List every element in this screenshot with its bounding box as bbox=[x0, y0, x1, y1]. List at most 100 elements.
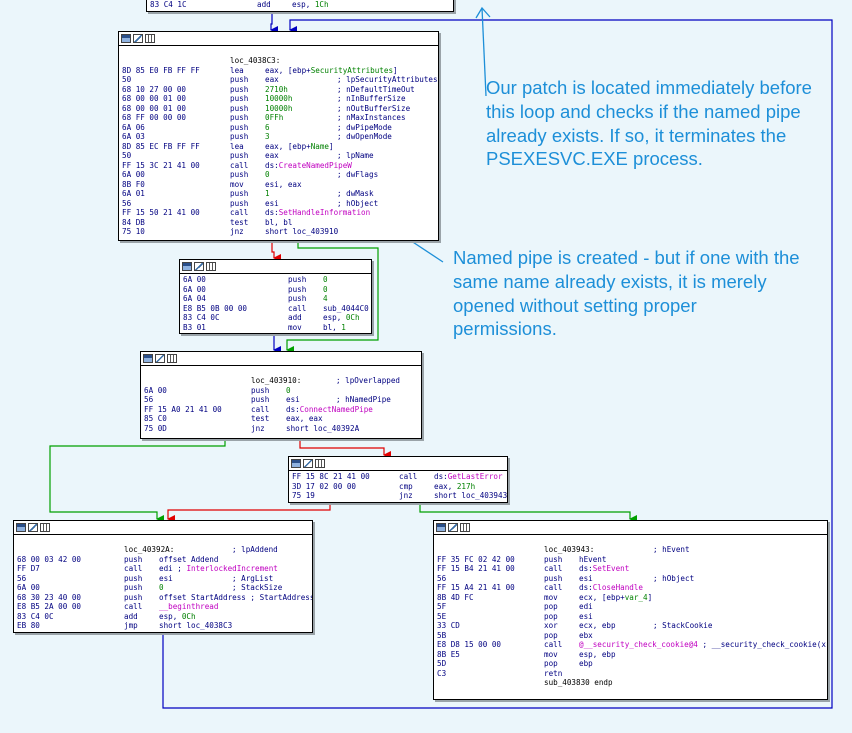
edit-icon[interactable] bbox=[194, 262, 204, 271]
mnemonic: call bbox=[124, 602, 143, 611]
code-line[interactable]: sub_403830 endp bbox=[434, 678, 827, 688]
code-line[interactable]: 6A 00 push 0 bbox=[180, 275, 371, 285]
graph-view-icon[interactable] bbox=[182, 262, 192, 271]
edit-icon[interactable] bbox=[133, 34, 143, 43]
operand: edi bbox=[579, 602, 593, 611]
code-line[interactable]: 50 push eax ; lpSecurityAttributes bbox=[119, 75, 438, 85]
block-loc-4038C3[interactable]: loc_4038C3: 8D 85 E0 FB FF FF lea eax, [ebp… bbox=[118, 31, 439, 241]
code-line[interactable]: 3D 17 02 00 00 cmp eax, 217h bbox=[289, 482, 507, 492]
opcode-bytes: FF 15 50 21 41 00 bbox=[122, 208, 200, 217]
code-line[interactable]: 85 C0 test eax, eax bbox=[141, 414, 421, 424]
listing-icon[interactable] bbox=[167, 354, 177, 363]
code-line[interactable]: 56 push esi ; hObject bbox=[119, 199, 438, 209]
block-getlasterror[interactable]: FF 15 8C 21 41 00 call ds:GetLastError 3D 1… bbox=[288, 456, 508, 503]
edit-icon[interactable] bbox=[448, 523, 458, 532]
block-sub-4044C0[interactable]: 6A 00 push 0 6A 00 push 0 6A 04 push 4 E8 B5 0B 0… bbox=[179, 259, 372, 334]
code-line[interactable]: 8D 85 E0 FB FF FF lea eax, [ebp+SecurityAt… bbox=[119, 66, 438, 76]
code-line[interactable]: E8 B5 2A 00 00 call __beginthread bbox=[14, 602, 312, 612]
code-line[interactable]: 6A 03 push 3 ; dwOpenMode bbox=[119, 132, 438, 142]
code-line[interactable]: 5E pop esi bbox=[434, 612, 827, 622]
code-line[interactable]: FF D7 call edi ; InterlockedIncrement bbox=[14, 564, 312, 574]
code-line[interactable]: 6A 01 push 1 ; dwMask bbox=[119, 189, 438, 199]
code-line[interactable]: FF 15 A4 21 41 00 call ds:CloseHandle bbox=[434, 583, 827, 593]
code-line[interactable]: 68 10 27 00 00 push 2710h ; nDefaultTimeOut bbox=[119, 85, 438, 95]
graph-view-icon[interactable] bbox=[121, 34, 131, 43]
edit-icon[interactable] bbox=[28, 523, 38, 532]
code-line[interactable]: 5F pop edi bbox=[434, 602, 827, 612]
code-line[interactable]: 56 push esi ; hObject bbox=[434, 574, 827, 584]
code-line[interactable]: 68 FF 00 00 00 push 0FFh ; nMaxInstances bbox=[119, 113, 438, 123]
code-line[interactable]: 5B pop ebx bbox=[434, 631, 827, 641]
code-line[interactable]: 8B F0 mov esi, eax bbox=[119, 180, 438, 190]
block-toolbar bbox=[289, 457, 507, 471]
code-line[interactable]: 56 push esi ; ArgList bbox=[14, 574, 312, 584]
code-line[interactable]: FF 15 A0 21 41 00 call ds:ConnectNamedPipe bbox=[141, 405, 421, 415]
code-line[interactable]: 84 DB test bl, bl bbox=[119, 218, 438, 228]
opcode-bytes: 5E bbox=[437, 611, 447, 621]
code-line[interactable]: 68 00 00 01 00 push 10000h ; nInBufferSize bbox=[119, 94, 438, 104]
listing-icon[interactable] bbox=[460, 523, 470, 532]
code-line[interactable]: FF 15 B4 21 41 00 call ds:SetEvent bbox=[434, 564, 827, 574]
code-line[interactable]: 8D 85 EC FB FF FF lea eax, [ebp+Name] bbox=[119, 142, 438, 152]
graph-view-icon[interactable] bbox=[291, 459, 301, 468]
code-line[interactable]: C3 retn bbox=[434, 669, 827, 679]
code-line[interactable]: 83 C4 1C add esp, 1Ch bbox=[147, 0, 453, 10]
graph-view-icon[interactable] bbox=[436, 523, 446, 532]
listing-icon[interactable] bbox=[40, 523, 50, 532]
code-line[interactable]: 5D pop ebp bbox=[434, 659, 827, 669]
code-line[interactable]: 75 10 jnz short loc_403910 bbox=[119, 227, 438, 237]
code-line[interactable]: 6A 04 push 4 bbox=[180, 294, 371, 304]
code-line[interactable]: loc_403943: ; hEvent bbox=[434, 545, 827, 555]
code-label[interactable]: loc_403910: bbox=[251, 376, 301, 386]
code-line[interactable]: E8 D8 15 00 00 call @__security_check_cook… bbox=[434, 640, 827, 650]
code-line[interactable]: 68 00 00 01 00 push 10000h ; nOutBufferSize bbox=[119, 104, 438, 114]
block-loc-403943[interactable]: loc_403943: ; hEvent FF 35 FC 02 42 00 push… bbox=[433, 520, 828, 700]
operand: esp, 0Ch bbox=[159, 611, 196, 621]
code-line[interactable]: FF 15 3C 21 41 00 call ds:CreateNamedPipeW bbox=[119, 161, 438, 171]
listing-icon[interactable] bbox=[315, 459, 325, 468]
code-line[interactable]: 8B 4D FC mov ecx, [ebp+var_4] bbox=[434, 593, 827, 603]
code-line[interactable]: 6A 00 push 0 bbox=[180, 285, 371, 295]
listing-icon[interactable] bbox=[145, 34, 155, 43]
code-line[interactable]: 6A 06 push 6 ; dwPipeMode bbox=[119, 123, 438, 133]
code-line[interactable]: 83 C4 0C add esp, 0Ch bbox=[14, 612, 312, 622]
block-loc-40392A[interactable]: loc_40392A: ; lpAddend 68 00 03 42 00 push o… bbox=[13, 520, 313, 633]
code-line[interactable]: 75 19 jnz short loc_403943 bbox=[289, 491, 507, 501]
code-line[interactable]: loc_40392A: ; lpAddend bbox=[14, 545, 312, 555]
edit-icon[interactable] bbox=[303, 459, 313, 468]
edit-icon[interactable] bbox=[155, 354, 165, 363]
opcode-bytes: FF 15 A4 21 41 00 bbox=[437, 583, 515, 592]
opcode-bytes: 56 bbox=[437, 573, 447, 583]
code-label[interactable]: sub_403830 endp bbox=[544, 678, 613, 688]
mnemonic: retn bbox=[544, 668, 563, 678]
graph-view-icon[interactable] bbox=[16, 523, 26, 532]
code-label[interactable]: loc_40392A: bbox=[124, 545, 174, 555]
code-line[interactable]: 68 00 03 42 00 push offset Addend bbox=[14, 555, 312, 565]
code-line[interactable]: loc_403910: ; lpOverlapped bbox=[141, 376, 421, 386]
code-line[interactable]: 8B E5 mov esp, ebp bbox=[434, 650, 827, 660]
code-line[interactable]: 50 push eax ; lpName bbox=[119, 151, 438, 161]
opcode-bytes: 6A 04 bbox=[183, 294, 206, 303]
code-line[interactable]: 75 0D jnz short loc_40392A bbox=[141, 424, 421, 434]
code-line[interactable]: EB 80 jmp short loc_4038C3 bbox=[14, 621, 312, 631]
code-line[interactable]: B3 01 mov bl, 1 bbox=[180, 323, 371, 333]
code-line[interactable]: 33 CD xor ecx, ebp ; StackCookie bbox=[434, 621, 827, 631]
code-line[interactable]: 6A 00 push 0 bbox=[141, 386, 421, 396]
graph-view-icon[interactable] bbox=[143, 354, 153, 363]
code-line[interactable]: 68 30 23 40 00 push offset StartAddress ; … bbox=[14, 593, 312, 603]
code-line[interactable]: 6A 00 push 0 ; StackSize bbox=[14, 583, 312, 593]
code-line[interactable]: 83 C4 0C add esp, 0Ch bbox=[180, 313, 371, 323]
code-line[interactable]: FF 15 8C 21 41 00 call ds:GetLastError bbox=[289, 472, 507, 482]
code-line[interactable]: FF 35 FC 02 42 00 push hEvent bbox=[434, 555, 827, 565]
opcode-bytes: FF 35 FC 02 42 00 bbox=[437, 554, 515, 564]
code-label[interactable]: loc_403943: bbox=[544, 545, 594, 555]
code-label[interactable]: loc_4038C3: bbox=[230, 56, 280, 66]
code-line[interactable]: E8 B5 0B 00 00 call sub_4044C0 bbox=[180, 304, 371, 314]
code-line[interactable]: FF 15 50 21 41 00 call ds:SetHandleInforma… bbox=[119, 208, 438, 218]
listing-icon[interactable] bbox=[206, 262, 216, 271]
code-line[interactable]: 6A 00 push 0 ; dwFlags bbox=[119, 170, 438, 180]
block-top[interactable]: 83 C4 1C add esp, 1Ch bbox=[146, 0, 454, 12]
code-line[interactable]: 56 push esi ; hNamedPipe bbox=[141, 395, 421, 405]
block-loc-403910[interactable]: loc_403910: ; lpOverlapped 6A 00 push 0 56 pus… bbox=[140, 351, 422, 439]
code-line[interactable]: loc_4038C3: bbox=[119, 56, 438, 66]
